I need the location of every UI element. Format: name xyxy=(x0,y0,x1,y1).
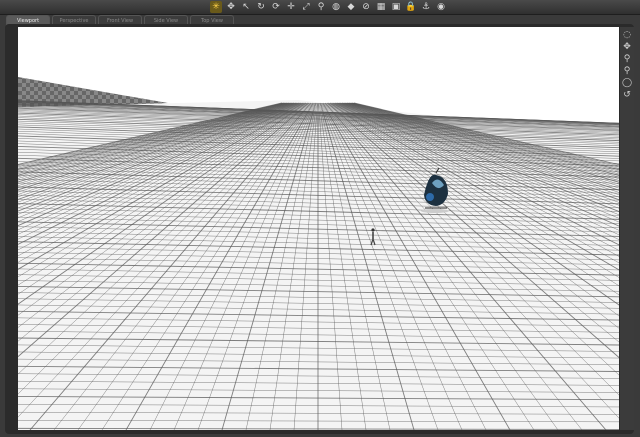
camera-icon[interactable]: ◉ xyxy=(435,1,447,13)
3d-viewport[interactable] xyxy=(18,27,619,430)
pin-icon[interactable]: ⚓ xyxy=(420,1,432,13)
rotate-icon[interactable]: ↻ xyxy=(255,1,267,13)
select-icon[interactable]: ↖ xyxy=(240,1,252,13)
joint-editor-icon[interactable]: ⚲ xyxy=(315,1,327,13)
frame-icon[interactable]: ◯ xyxy=(621,77,633,89)
main-toolbar: ✳ ✥ ↖ ↻ ⟳ ✛ ⤢ ⚲ ◍ ◆ ⊘ ▦ ▣ 🔒 ⚓ ◉ xyxy=(0,0,640,15)
lock-icon[interactable]: 🔒 xyxy=(405,1,417,13)
rotate-alt-icon[interactable]: ⟳ xyxy=(270,1,282,13)
universal-tool-icon[interactable]: ✳ xyxy=(210,1,222,13)
viewport-left-gutter xyxy=(5,27,18,430)
orbit-icon[interactable]: ◌ xyxy=(621,29,633,41)
view-controls-panel: ◌ ✥ ⚲ ⚲ ◯ ↺ xyxy=(620,27,634,430)
region-icon[interactable]: ▦ xyxy=(375,1,387,13)
geometry-icon[interactable]: ◆ xyxy=(345,1,357,13)
dolly-icon[interactable]: ⚲ xyxy=(621,65,633,77)
move-icon[interactable]: ✥ xyxy=(225,1,237,13)
scene-canvas[interactable] xyxy=(18,27,619,430)
node-weight-icon[interactable]: ⊘ xyxy=(360,1,372,13)
zoom-icon[interactable]: ⚲ xyxy=(621,53,633,65)
spot-render-icon[interactable]: ▣ xyxy=(390,1,402,13)
reset-view-icon[interactable]: ↺ xyxy=(621,89,633,101)
pan-icon[interactable]: ✥ xyxy=(621,41,633,53)
scale-icon[interactable]: ⤢ xyxy=(300,1,312,13)
translate-icon[interactable]: ✛ xyxy=(285,1,297,13)
surface-icon[interactable]: ◍ xyxy=(330,1,342,13)
